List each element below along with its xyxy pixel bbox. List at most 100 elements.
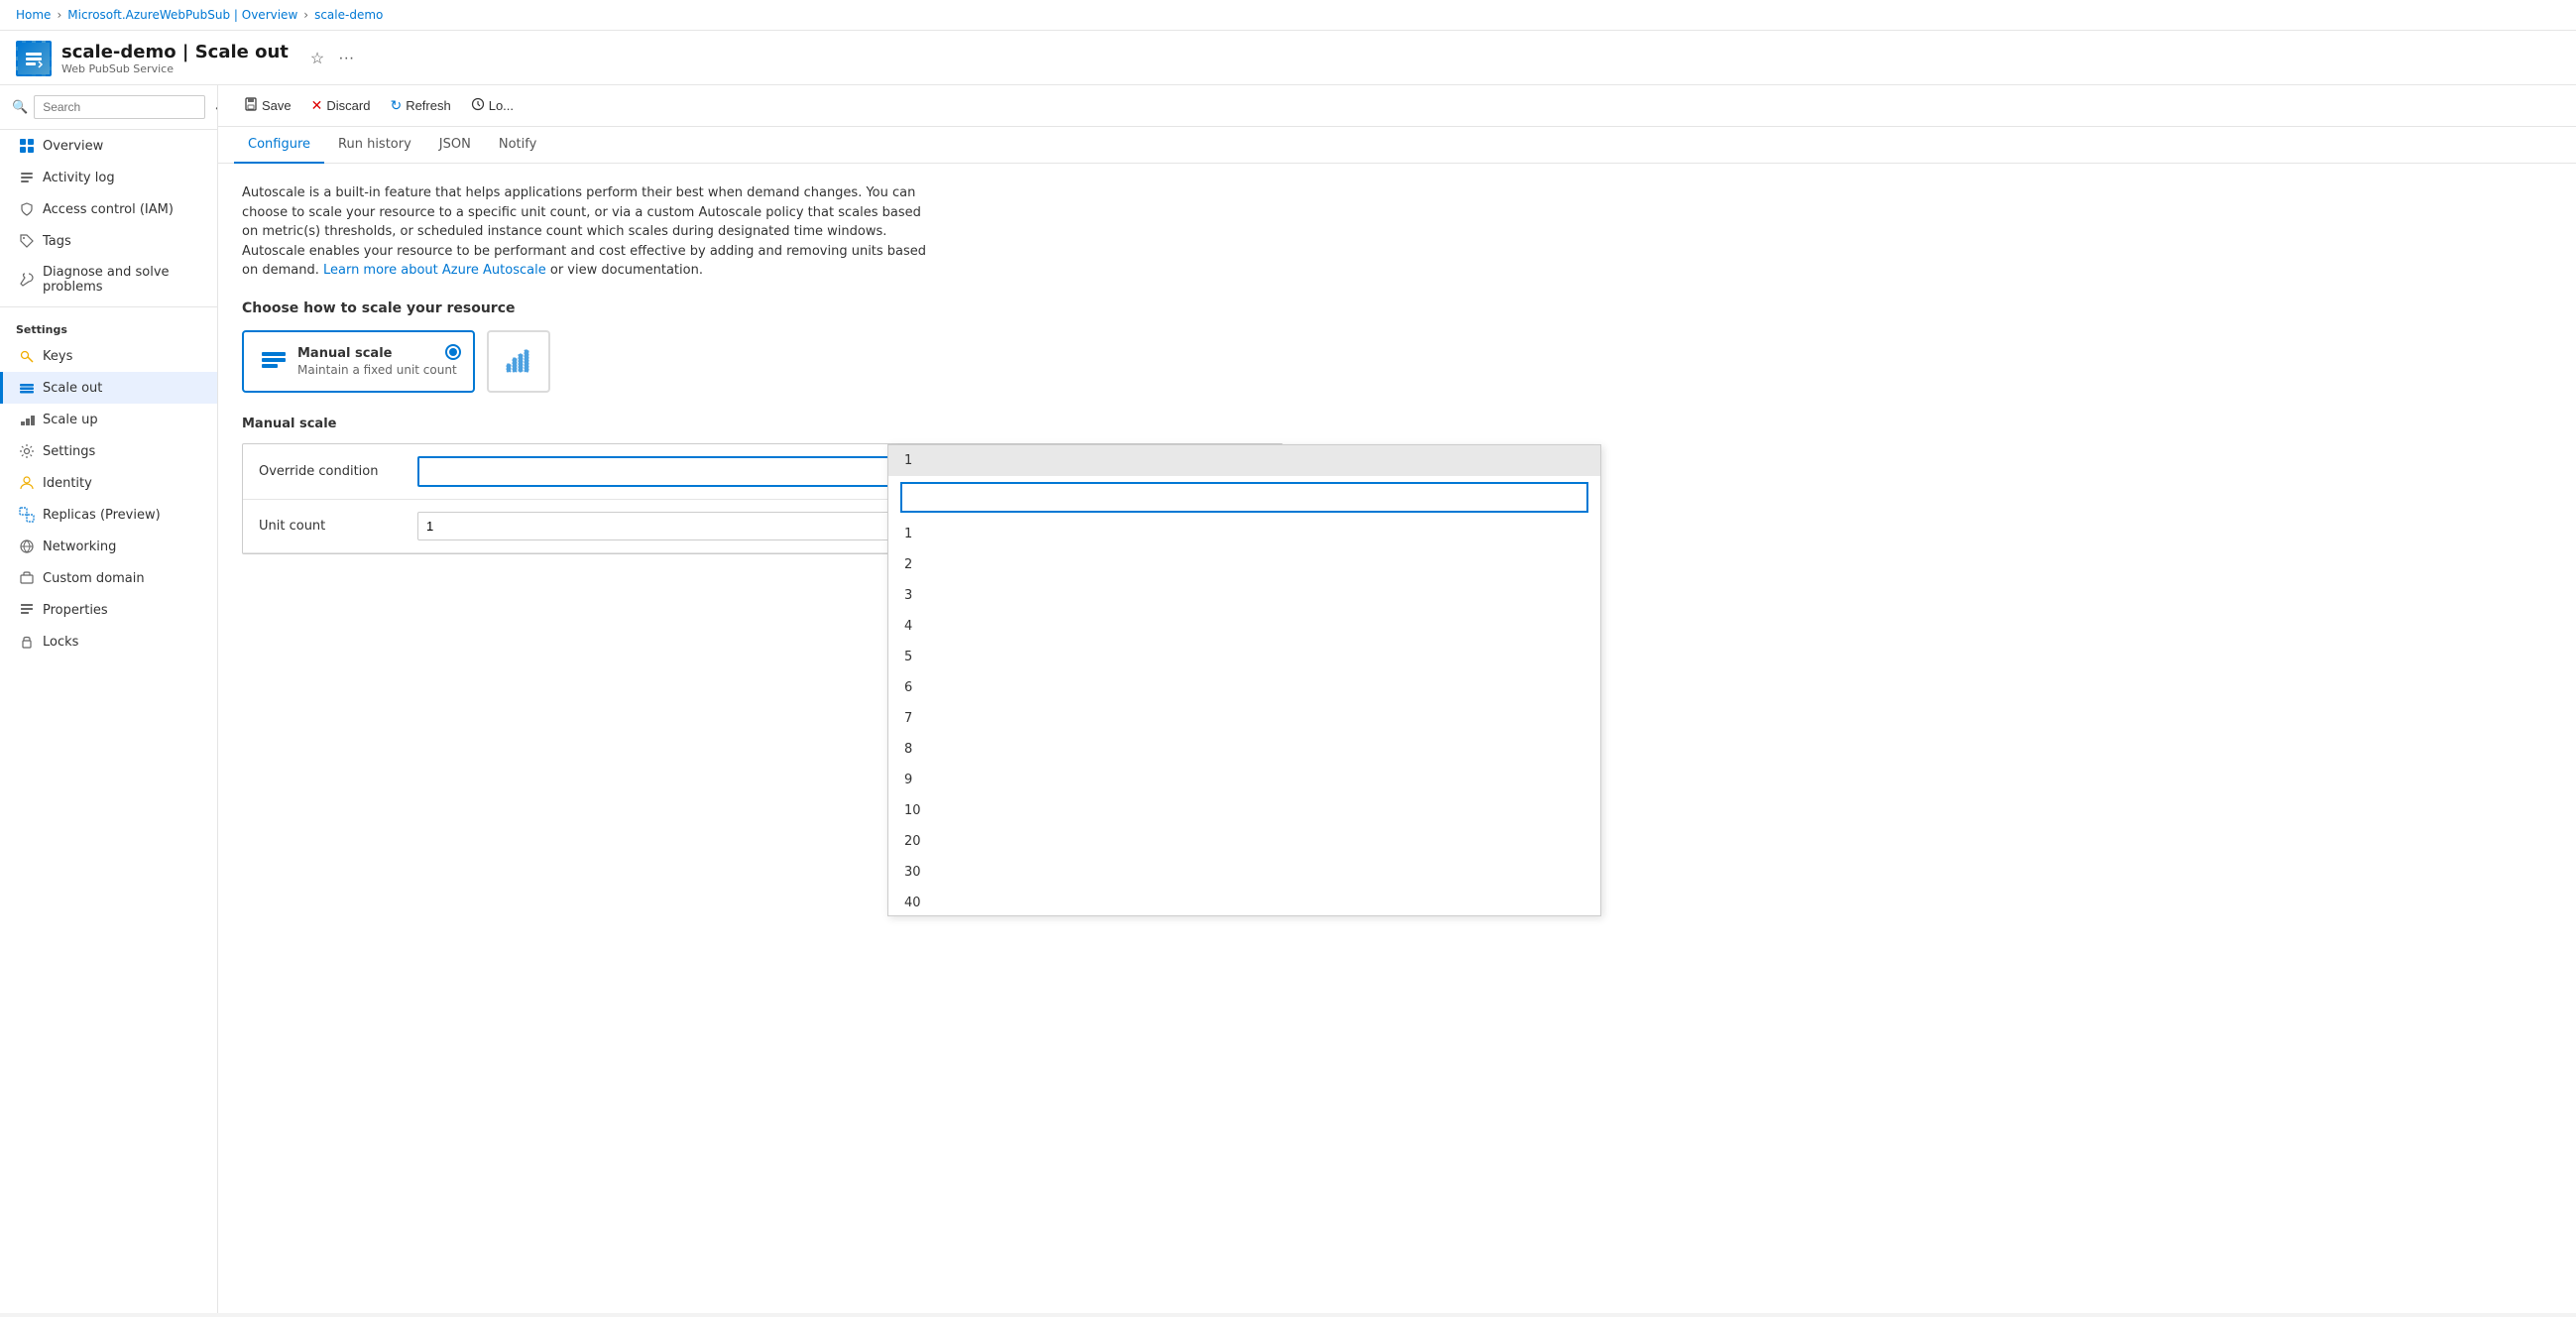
- dropdown-option-40[interactable]: 40: [888, 888, 1600, 915]
- scale-up-icon: [19, 412, 35, 427]
- refresh-label: Refresh: [406, 98, 451, 113]
- sidebar-item-label: Overview: [43, 139, 103, 154]
- dropdown-option-1[interactable]: 1: [888, 519, 1600, 549]
- refresh-button[interactable]: ↻ Refresh: [380, 93, 460, 118]
- sidebar-item-label: Custom domain: [43, 571, 145, 586]
- manual-scale-icon: [260, 346, 288, 374]
- custom-scale-card[interactable]: [487, 330, 550, 393]
- domain-icon: [19, 570, 35, 586]
- dropdown-option-30[interactable]: 30: [888, 857, 1600, 888]
- identity-icon: [19, 475, 35, 491]
- log-icon: [471, 97, 485, 114]
- dropdown-option-8[interactable]: 8: [888, 734, 1600, 765]
- unit-count-label: Unit count: [259, 519, 417, 534]
- tab-configure[interactable]: Configure: [234, 127, 324, 164]
- page-subtitle: Web PubSub Service: [61, 62, 289, 75]
- dropdown-option-9[interactable]: 9: [888, 765, 1600, 795]
- tab-notify[interactable]: Notify: [485, 127, 550, 164]
- sidebar-item-label: Identity: [43, 476, 92, 491]
- more-button[interactable]: ···: [334, 46, 358, 71]
- discard-button[interactable]: ✕ Discard: [301, 93, 381, 118]
- properties-icon: [19, 602, 35, 618]
- refresh-icon: ↻: [390, 97, 402, 114]
- sidebar-item-networking[interactable]: Networking: [0, 531, 217, 562]
- search-icon: 🔍: [12, 100, 28, 115]
- breadcrumb-home[interactable]: Home: [16, 8, 51, 22]
- dropdown-option-list: 1 2 3 4 5 6 7 8 9 10 20 30 40 50: [888, 519, 1600, 915]
- gear-icon: [19, 443, 35, 459]
- scale-out-icon: [19, 380, 35, 396]
- dropdown-search-input[interactable]: [900, 482, 1588, 513]
- sidebar-item-overview[interactable]: Overview: [0, 130, 217, 162]
- sidebar-search-area: 🔍 «: [0, 85, 217, 130]
- header-actions: ☆ ···: [306, 45, 358, 72]
- tag-icon: [19, 233, 35, 249]
- sidebar-item-label: Locks: [43, 635, 78, 650]
- search-input[interactable]: [34, 95, 205, 119]
- manual-scale-card[interactable]: Manual scale Maintain a fixed unit count: [242, 330, 475, 393]
- dropdown-option-20[interactable]: 20: [888, 826, 1600, 857]
- dropdown-option-7[interactable]: 7: [888, 703, 1600, 734]
- sidebar-item-settings[interactable]: Settings: [0, 435, 217, 467]
- learn-more-link[interactable]: Learn more about Azure Autoscale: [323, 263, 546, 278]
- dropdown-option-2[interactable]: 2: [888, 549, 1600, 580]
- sidebar-item-label: Tags: [43, 234, 71, 249]
- page-title: scale-demo | Scale out: [61, 42, 289, 62]
- form-section: Override condition Unit count 1 2 3 4 5: [242, 443, 1283, 554]
- settings-section-label: Settings: [0, 311, 217, 340]
- manual-scale-label: Manual scale: [242, 417, 2552, 431]
- save-button[interactable]: Save: [234, 93, 301, 118]
- scale-section-title: Choose how to scale your resource: [242, 300, 2552, 316]
- log-label: Lo...: [489, 98, 514, 113]
- sidebar-item-tags[interactable]: Tags: [0, 225, 217, 257]
- sidebar-item-locks[interactable]: Locks: [0, 626, 217, 658]
- manual-scale-radio[interactable]: [445, 344, 461, 360]
- sidebar-item-properties[interactable]: Properties: [0, 594, 217, 626]
- sidebar-item-diagnose[interactable]: Diagnose and solve problems: [0, 257, 217, 302]
- wrench-icon: [19, 272, 35, 288]
- favorite-button[interactable]: ☆: [306, 45, 328, 72]
- sidebar-divider: [0, 306, 217, 307]
- dropdown-option-1-header[interactable]: 1: [888, 445, 1600, 476]
- content-area: Save ✕ Discard ↻ Refresh Lo... Configure…: [218, 85, 2576, 1313]
- log-button[interactable]: Lo...: [461, 93, 524, 118]
- tab-run-history[interactable]: Run history: [324, 127, 425, 164]
- manual-scale-text: Manual scale Maintain a fixed unit count: [297, 346, 457, 377]
- list-icon: [19, 170, 35, 185]
- dropdown-search-area: [888, 476, 1600, 519]
- main-layout: 🔍 « Overview Activity log Access control…: [0, 85, 2576, 1313]
- sidebar-item-activity-log[interactable]: Activity log: [0, 162, 217, 193]
- sidebar-item-replicas[interactable]: Replicas (Preview): [0, 499, 217, 531]
- tabs: Configure Run history JSON Notify: [218, 127, 2576, 164]
- toolbar: Save ✕ Discard ↻ Refresh Lo...: [218, 85, 2576, 127]
- breadcrumb: Home › Microsoft.AzureWebPubSub | Overvi…: [0, 0, 2576, 31]
- sidebar-item-scale-up[interactable]: Scale up: [0, 404, 217, 435]
- dropdown-option-5[interactable]: 5: [888, 642, 1600, 672]
- dropdown-option-4[interactable]: 4: [888, 611, 1600, 642]
- sidebar-item-custom-domain[interactable]: Custom domain: [0, 562, 217, 594]
- sidebar-item-label: Scale out: [43, 381, 102, 396]
- manual-scale-desc: Maintain a fixed unit count: [297, 363, 457, 377]
- dropdown-option-3[interactable]: 3: [888, 580, 1600, 611]
- sidebar-item-identity[interactable]: Identity: [0, 467, 217, 499]
- scale-cards: Manual scale Maintain a fixed unit count: [242, 330, 2552, 393]
- discard-label: Discard: [326, 98, 370, 113]
- tab-json[interactable]: JSON: [425, 127, 485, 164]
- collapse-button[interactable]: «: [211, 97, 218, 117]
- sidebar-item-label: Activity log: [43, 171, 115, 185]
- breadcrumb-current[interactable]: scale-demo: [314, 8, 383, 22]
- sidebar-item-label: Keys: [43, 349, 72, 364]
- sidebar-item-scale-out[interactable]: Scale out: [0, 372, 217, 404]
- dropdown-option-6[interactable]: 6: [888, 672, 1600, 703]
- dropdown-option-10[interactable]: 10: [888, 795, 1600, 826]
- replicas-icon: [19, 507, 35, 523]
- network-icon: [19, 539, 35, 554]
- breadcrumb-middle[interactable]: Microsoft.AzureWebPubSub | Overview: [67, 8, 297, 22]
- save-icon: [244, 97, 258, 114]
- sidebar-item-access-control[interactable]: Access control (IAM): [0, 193, 217, 225]
- page-header: scale-demo | Scale out Web PubSub Servic…: [0, 31, 2576, 85]
- page-header-text: scale-demo | Scale out Web PubSub Servic…: [61, 42, 289, 75]
- sidebar-item-label: Scale up: [43, 413, 98, 427]
- service-icon: [16, 41, 52, 76]
- sidebar-item-keys[interactable]: Keys: [0, 340, 217, 372]
